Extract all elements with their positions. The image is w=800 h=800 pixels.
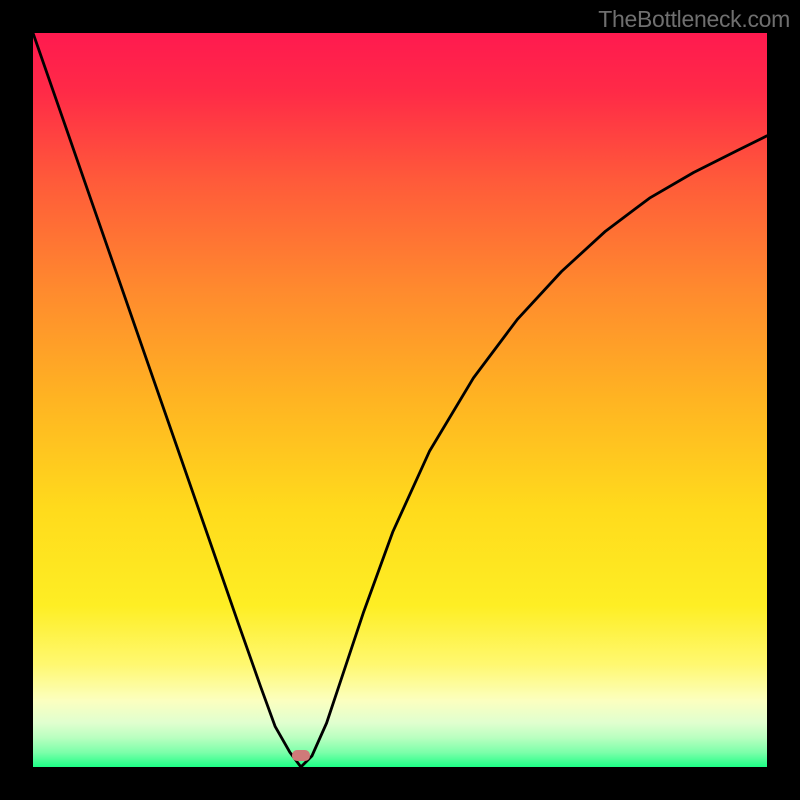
watermark-text: TheBottleneck.com bbox=[598, 6, 790, 33]
chart-frame: TheBottleneck.com bbox=[0, 0, 800, 800]
gradient-plot-area bbox=[33, 33, 767, 767]
optimal-point-marker bbox=[292, 750, 310, 761]
